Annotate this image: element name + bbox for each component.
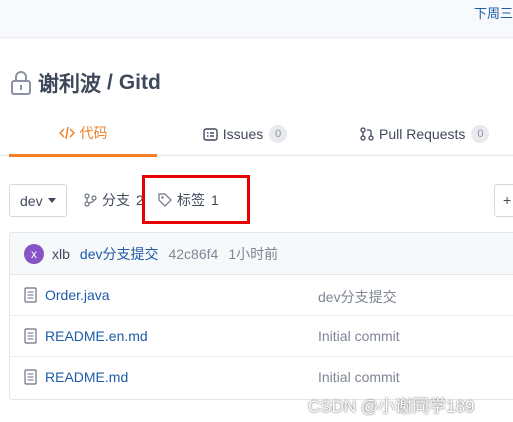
file-row[interactable]: Order.java dev分支提交 bbox=[10, 275, 513, 316]
repo-owner-link[interactable]: 谢利波 bbox=[38, 68, 101, 98]
issues-count-badge: 0 bbox=[269, 125, 288, 143]
file-name-link[interactable]: Order.java bbox=[45, 287, 110, 303]
repo-name-link[interactable]: Gitd bbox=[119, 71, 161, 95]
file-icon bbox=[24, 287, 37, 303]
repo-separator: / bbox=[107, 71, 113, 94]
file-panel: x xlb dev分支提交 42c86f4 1小时前 Order.java de… bbox=[9, 232, 513, 400]
tab-issues-label: Issues bbox=[222, 126, 264, 142]
tab-pull-requests[interactable]: Pull Requests 0 bbox=[360, 112, 513, 156]
pull-requests-count-badge: 0 bbox=[471, 125, 490, 143]
avatar[interactable]: x bbox=[24, 243, 44, 264]
file-icon bbox=[24, 328, 37, 344]
branch-select[interactable]: dev bbox=[9, 184, 67, 217]
top-bar-link[interactable]: 下周三 bbox=[474, 3, 513, 22]
branches-link[interactable]: 分支 2 bbox=[84, 190, 144, 210]
top-bar: 下周三 bbox=[0, 0, 513, 38]
commit-time: 1小时前 bbox=[228, 245, 279, 262]
add-button[interactable]: + bbox=[494, 184, 513, 217]
file-icon bbox=[24, 369, 37, 385]
file-name-link[interactable]: README.md bbox=[45, 369, 128, 385]
file-commit-message[interactable]: Initial commit bbox=[318, 328, 400, 344]
file-name-link[interactable]: README.en.md bbox=[45, 328, 148, 344]
lock-icon bbox=[10, 70, 32, 96]
branch-select-value: dev bbox=[20, 192, 43, 209]
pull-request-icon bbox=[360, 127, 374, 141]
watermark: CSDN @小谢同学189 bbox=[308, 397, 475, 416]
code-icon bbox=[58, 126, 75, 140]
tab-pull-requests-label: Pull Requests bbox=[379, 126, 466, 142]
commit-author[interactable]: xlb bbox=[52, 246, 70, 262]
issues-icon bbox=[203, 127, 218, 141]
file-row[interactable]: README.en.md Initial commit bbox=[10, 316, 513, 357]
file-commit-message[interactable]: dev分支提交 bbox=[318, 287, 397, 307]
repo-header: 谢利波 / Gitd bbox=[10, 68, 161, 98]
tab-issues[interactable]: Issues 0 bbox=[180, 112, 310, 156]
repo-tabs: 代码 Issues 0 Pull Requests 0 bbox=[0, 112, 513, 157]
branches-label: 分支 bbox=[102, 192, 130, 208]
tab-code[interactable]: 代码 bbox=[9, 112, 157, 157]
file-commit-message[interactable]: Initial commit bbox=[318, 369, 400, 385]
branch-icon bbox=[84, 193, 97, 207]
annotation-highlight-box bbox=[142, 175, 250, 224]
tab-code-label: 代码 bbox=[79, 125, 108, 141]
commit-sha[interactable]: 42c86f4 bbox=[168, 246, 218, 262]
chevron-down-icon bbox=[47, 198, 56, 203]
commit-message-link[interactable]: dev分支提交 bbox=[80, 244, 159, 264]
latest-commit-bar: x xlb dev分支提交 42c86f4 1小时前 bbox=[10, 233, 513, 275]
